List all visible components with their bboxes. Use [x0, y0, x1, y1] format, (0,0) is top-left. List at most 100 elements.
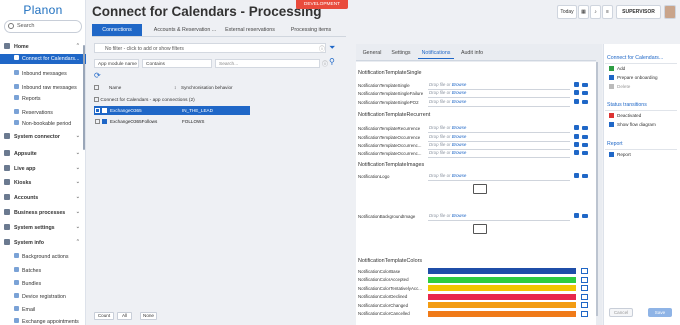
color-swatch[interactable]: [428, 268, 576, 274]
sidebar-item[interactable]: System info ⌃: [0, 238, 86, 248]
detail-tab[interactable]: General: [359, 47, 385, 59]
sidebar-item[interactable]: Kiosks ⌄: [0, 178, 86, 188]
color-field[interactable]: NotificationColorChanged: [358, 302, 594, 309]
list-tab[interactable]: External reservations: [224, 24, 276, 36]
column-sync-behavior[interactable]: Synchronisation behavior: [181, 85, 233, 90]
browse-link[interactable]: Browse: [452, 90, 467, 95]
upload-icon[interactable]: [574, 173, 579, 178]
today-button[interactable]: Today: [557, 5, 577, 19]
detail-tab[interactable]: Audit info: [458, 47, 486, 59]
browse-link[interactable]: Browse: [452, 150, 467, 155]
sidebar-item[interactable]: Connect for Calendars...: [0, 54, 86, 64]
file-field[interactable]: NotificationTemplateSingle Drop file or B…: [358, 82, 594, 90]
action-item[interactable]: Show flow diagram: [609, 122, 656, 128]
folder-icon[interactable]: [582, 173, 588, 178]
color-swatch[interactable]: [428, 293, 576, 300]
folder-icon[interactable]: [582, 150, 588, 155]
action-item[interactable]: Prepare onboarding: [609, 75, 658, 81]
sidebar-item[interactable]: Background actions: [0, 252, 86, 262]
table-row[interactable]: ExchangeO365 IN_THE_LEAD: [94, 106, 250, 115]
upload-icon[interactable]: [574, 134, 579, 139]
file-field[interactable]: NotificationTemplateRecurrence Drop file …: [358, 125, 594, 133]
menu-icon[interactable]: ≡: [602, 5, 613, 19]
folder-icon[interactable]: [582, 134, 588, 139]
file-drop-input[interactable]: Drop file or Browse: [428, 82, 570, 90]
list-tab[interactable]: Accounts & Reservation ...: [150, 24, 220, 36]
upload-icon[interactable]: [574, 142, 579, 147]
upload-icon[interactable]: [574, 82, 579, 87]
search-value-input[interactable]: Search...: [215, 59, 320, 68]
calendar-icon[interactable]: ▦: [578, 5, 589, 19]
file-field[interactable]: NotificationTemplateOccurrence Drop file …: [358, 134, 594, 142]
color-field[interactable]: NotificationColorDeclined: [358, 293, 594, 301]
sidebar-search-input[interactable]: Search: [4, 20, 82, 33]
file-drop-input[interactable]: Drop file or Browse: [428, 213, 570, 221]
edit-color-icon[interactable]: [581, 302, 588, 308]
search-field-select[interactable]: App module name: [94, 59, 139, 68]
file-drop-input[interactable]: Drop file or Browse: [428, 142, 570, 150]
sidebar-item[interactable]: Device registration: [0, 292, 86, 302]
sidebar-item[interactable]: Inbound messages: [0, 69, 86, 79]
file-field[interactable]: NotificationTemplateSingleFailure Drop fi…: [358, 90, 594, 98]
column-name[interactable]: Name: [109, 85, 121, 90]
list-tab[interactable]: Connections: [92, 24, 142, 36]
sidebar-item[interactable]: Non-bookable period: [0, 119, 86, 129]
color-swatch[interactable]: [428, 285, 576, 291]
file-field[interactable]: NotificationBackgroundImage Drop file or …: [358, 213, 594, 221]
sidebar-item[interactable]: Home ⌃: [0, 42, 86, 52]
group-checkbox[interactable]: [94, 97, 99, 102]
edit-color-icon[interactable]: [581, 268, 588, 274]
refresh-icon[interactable]: ⟳: [94, 71, 101, 80]
select-all-checkbox[interactable]: [94, 85, 99, 90]
folder-icon[interactable]: [582, 99, 588, 104]
browse-link[interactable]: Browse: [452, 99, 467, 104]
edit-color-icon[interactable]: [581, 276, 588, 283]
color-swatch[interactable]: [428, 310, 576, 317]
file-drop-input[interactable]: Drop file or Browse: [428, 173, 570, 181]
action-item[interactable]: Deactivated: [609, 113, 641, 119]
detail-tab[interactable]: Notifications: [418, 47, 454, 59]
folder-icon[interactable]: [582, 142, 588, 147]
upload-icon[interactable]: [574, 125, 579, 130]
browse-link[interactable]: Browse: [452, 82, 467, 87]
action-group-title[interactable]: Report: [607, 141, 623, 147]
edit-color-icon[interactable]: [581, 310, 588, 317]
color-swatch[interactable]: [428, 276, 576, 283]
table-row[interactable]: ExchangeO365Follows FOLLOWS: [94, 117, 250, 126]
action-item[interactable]: Report: [609, 152, 631, 158]
user-button[interactable]: SUPERVISOR: [616, 5, 661, 19]
bell-icon[interactable]: ♪: [590, 5, 601, 19]
color-field[interactable]: NotificationColorBase: [358, 268, 594, 275]
file-drop-input[interactable]: Drop file or Browse: [428, 99, 570, 107]
info-icon[interactable]: ⓘ: [319, 44, 325, 53]
browse-link[interactable]: Browse: [452, 173, 467, 178]
sidebar-item[interactable]: Bundles: [0, 279, 86, 289]
action-group-title[interactable]: Status transitions: [607, 102, 647, 108]
folder-icon[interactable]: [582, 125, 588, 130]
file-drop-input[interactable]: Drop file or Browse: [428, 90, 570, 98]
sidebar-item[interactable]: Email: [0, 305, 86, 315]
folder-icon[interactable]: [582, 90, 588, 95]
sidebar-item[interactable]: Reservations: [0, 108, 86, 118]
sidebar-item[interactable]: Batches: [0, 266, 86, 276]
browse-link[interactable]: Browse: [452, 134, 467, 139]
action-item[interactable]: Add: [609, 66, 625, 72]
filter-icon[interactable]: ⏷: [329, 43, 335, 53]
footer-button[interactable]: None: [140, 312, 157, 320]
edit-color-icon[interactable]: [581, 285, 588, 291]
browse-link[interactable]: Browse: [452, 125, 467, 130]
sidebar-item[interactable]: System settings ⌄: [0, 223, 86, 233]
sidebar-item[interactable]: Appsuite ⌄: [0, 149, 86, 159]
upload-icon[interactable]: [574, 150, 579, 155]
sidebar-item[interactable]: Accounts ⌄: [0, 193, 86, 203]
planon-logo[interactable]: Planon: [0, 3, 86, 17]
sidebar-item[interactable]: Inbound raw messages: [0, 83, 86, 93]
upload-icon[interactable]: [574, 213, 579, 218]
action-item[interactable]: Delete: [609, 84, 630, 90]
sidebar-item[interactable]: Exchange appointments: [0, 317, 86, 325]
sidebar-item[interactable]: Business processes ⌄: [0, 208, 86, 218]
browse-link[interactable]: Browse: [452, 142, 467, 147]
file-field[interactable]: NotificationLogo Drop file or Browse: [358, 173, 594, 181]
list-group[interactable]: Connect for Calendars - app connections …: [94, 97, 195, 103]
color-field[interactable]: NotificationColorCancelled: [358, 310, 594, 318]
